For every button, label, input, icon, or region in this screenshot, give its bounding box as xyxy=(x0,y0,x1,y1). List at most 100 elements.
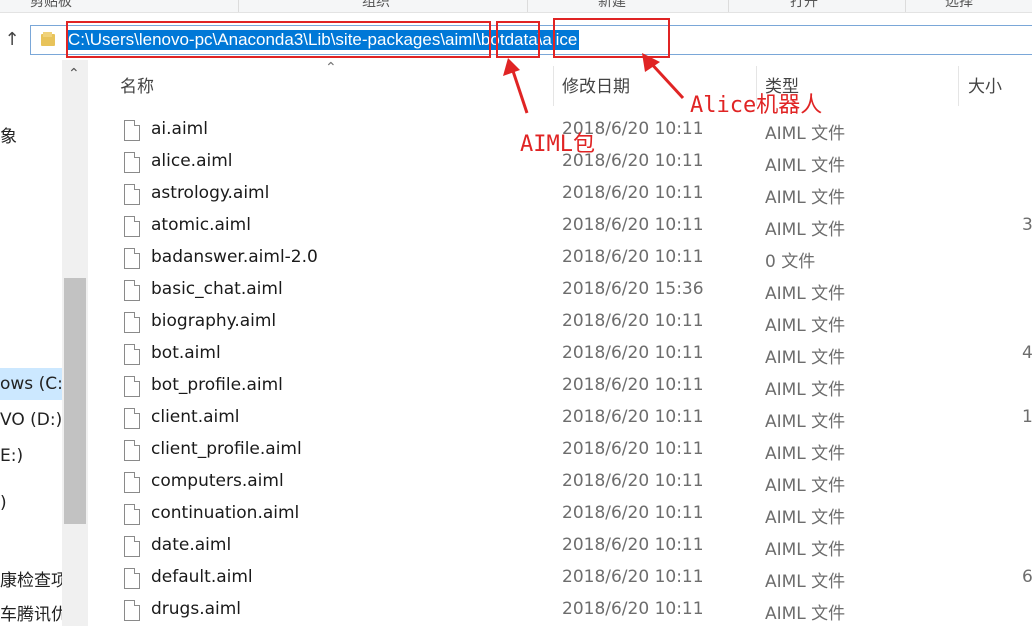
annotation-alice-label: Alice机器人 xyxy=(690,93,823,118)
file-icon xyxy=(124,344,140,365)
file-date: 2018/6/20 10:11 xyxy=(562,247,704,267)
file-icon xyxy=(124,568,140,589)
file-row[interactable]: biography.aiml 2018/6/20 10:11 AIML 文件 xyxy=(92,307,1032,339)
file-row[interactable]: bot.aiml 2018/6/20 10:11 AIML 文件 4 xyxy=(92,339,1032,371)
column-divider[interactable] xyxy=(553,66,554,106)
nav-item-health-check[interactable]: 康检查项 xyxy=(0,566,68,591)
file-row[interactable]: date.aiml 2018/6/20 10:11 AIML 文件 xyxy=(92,531,1032,563)
file-icon xyxy=(124,600,140,621)
file-row[interactable]: bot_profile.aiml 2018/6/20 10:11 AIML 文件 xyxy=(92,371,1032,403)
file-row[interactable]: atomic.aiml 2018/6/20 10:11 AIML 文件 3 xyxy=(92,211,1032,243)
file-date: 2018/6/20 10:11 xyxy=(562,439,704,459)
highlight-box-aiml xyxy=(496,21,540,58)
column-header-name[interactable]: 名称 xyxy=(120,62,154,112)
nav-item-tencent[interactable]: 车腾讯优 xyxy=(0,600,68,625)
highlight-box-alice xyxy=(553,18,670,58)
nav-item-objects[interactable]: 象 xyxy=(0,122,17,147)
file-icon xyxy=(124,376,140,397)
file-row[interactable]: continuation.aiml 2018/6/20 10:11 AIML 文件 xyxy=(92,499,1032,531)
file-icon xyxy=(124,408,140,429)
file-type: AIML 文件 xyxy=(765,508,846,528)
file-name: ai.aiml xyxy=(151,119,208,139)
file-icon xyxy=(124,248,140,269)
file-type: AIML 文件 xyxy=(765,412,846,432)
file-date: 2018/6/20 10:11 xyxy=(562,471,704,491)
file-row[interactable]: default.aiml 2018/6/20 10:11 AIML 文件 6 xyxy=(92,563,1032,595)
file-type: AIML 文件 xyxy=(765,476,846,496)
file-date: 2018/6/20 10:11 xyxy=(562,183,704,203)
file-size: 6 xyxy=(1022,567,1032,587)
arrow-to-alice xyxy=(646,58,685,100)
nav-item-drive-c[interactable]: ows (C:) xyxy=(0,368,69,400)
file-type: AIML 文件 xyxy=(765,380,846,400)
ribbon-separator xyxy=(238,0,239,12)
file-type: AIML 文件 xyxy=(765,316,846,336)
ribbon-bar: 剪贴板 组织 新建 打开 选择 xyxy=(0,0,1032,13)
up-arrow-icon[interactable]: ↑ xyxy=(2,29,22,51)
file-name: atomic.aiml xyxy=(151,215,251,235)
file-name: continuation.aiml xyxy=(151,503,300,523)
file-name: client_profile.aiml xyxy=(151,439,302,459)
file-date: 2018/6/20 10:11 xyxy=(562,311,704,331)
ribbon-group-new: 新建 xyxy=(598,0,626,10)
file-size: 1 xyxy=(1022,407,1032,427)
file-size: 3 xyxy=(1022,215,1032,235)
file-icon xyxy=(124,216,140,237)
file-row[interactable]: astrology.aiml 2018/6/20 10:11 AIML 文件 xyxy=(92,179,1032,211)
file-row[interactable]: client.aiml 2018/6/20 10:11 AIML 文件 1 xyxy=(92,403,1032,435)
file-name: alice.aiml xyxy=(151,151,233,171)
file-name: astrology.aiml xyxy=(151,183,270,203)
file-name: client.aiml xyxy=(151,407,240,427)
file-name: biography.aiml xyxy=(151,311,277,331)
column-header-date[interactable]: 修改日期 xyxy=(562,62,630,112)
ribbon-group-select: 选择 xyxy=(945,0,973,10)
file-type: AIML 文件 xyxy=(765,156,846,176)
file-date: 2018/6/20 10:11 xyxy=(562,503,704,523)
file-date: 2018/6/20 10:11 xyxy=(562,407,704,427)
file-name: bot.aiml xyxy=(151,343,221,363)
file-type: AIML 文件 xyxy=(765,444,846,464)
file-name: badanswer.aiml-2.0 xyxy=(151,247,318,267)
column-header-size[interactable]: 大小 xyxy=(968,62,1002,112)
file-icon xyxy=(124,312,140,333)
file-size: 4 xyxy=(1022,343,1032,363)
file-date: 2018/6/20 10:11 xyxy=(562,599,704,619)
file-icon xyxy=(124,280,140,301)
nav-item-drive-e[interactable]: E:) xyxy=(0,446,23,466)
file-icon xyxy=(124,152,140,173)
ribbon-group-open: 打开 xyxy=(790,0,818,10)
ribbon-group-organize: 组织 xyxy=(362,0,390,10)
file-date: 2018/6/20 10:11 xyxy=(562,343,704,363)
file-date: 2018/6/20 10:11 xyxy=(562,215,704,235)
file-date: 2018/6/20 10:11 xyxy=(562,375,704,395)
sort-caret-icon: ⌃ xyxy=(325,60,337,76)
file-icon xyxy=(124,184,140,205)
file-row[interactable]: client_profile.aiml 2018/6/20 10:11 AIML 文… xyxy=(92,435,1032,467)
nav-item-drive-d[interactable]: VO (D:) xyxy=(0,410,62,430)
file-row[interactable]: computers.aiml 2018/6/20 10:11 AIML 文件 xyxy=(92,467,1032,499)
file-row[interactable]: basic_chat.aiml 2018/6/20 15:36 AIML 文件 xyxy=(92,275,1032,307)
nav-item-drive[interactable]: ) xyxy=(0,493,7,513)
file-type: AIML 文件 xyxy=(765,572,846,592)
file-icon xyxy=(124,120,140,141)
file-icon xyxy=(124,440,140,461)
ribbon-group-clipboard: 剪贴板 xyxy=(30,0,72,10)
annotation-aiml-label: AIML包 xyxy=(520,132,595,157)
file-icon xyxy=(124,536,140,557)
column-divider[interactable] xyxy=(958,66,959,106)
scroll-up-icon[interactable]: ⌃ xyxy=(68,66,80,82)
file-row[interactable]: badanswer.aiml-2.0 2018/6/20 10:11 0 文件 xyxy=(92,243,1032,275)
arrow-to-aiml xyxy=(509,64,529,114)
nav-scroll-thumb[interactable] xyxy=(64,278,86,524)
ribbon-separator xyxy=(905,0,906,12)
file-date: 2018/6/20 10:11 xyxy=(562,535,704,555)
file-name: default.aiml xyxy=(151,567,253,587)
file-date: 2018/6/20 10:11 xyxy=(562,567,704,587)
file-name: computers.aiml xyxy=(151,471,284,491)
file-name: basic_chat.aiml xyxy=(151,279,283,299)
file-type: 0 文件 xyxy=(765,252,816,272)
file-row[interactable]: drugs.aiml 2018/6/20 10:11 AIML 文件 xyxy=(92,595,1032,627)
file-type: AIML 文件 xyxy=(765,348,846,368)
file-type: AIML 文件 xyxy=(765,540,846,560)
file-icon xyxy=(124,504,140,525)
